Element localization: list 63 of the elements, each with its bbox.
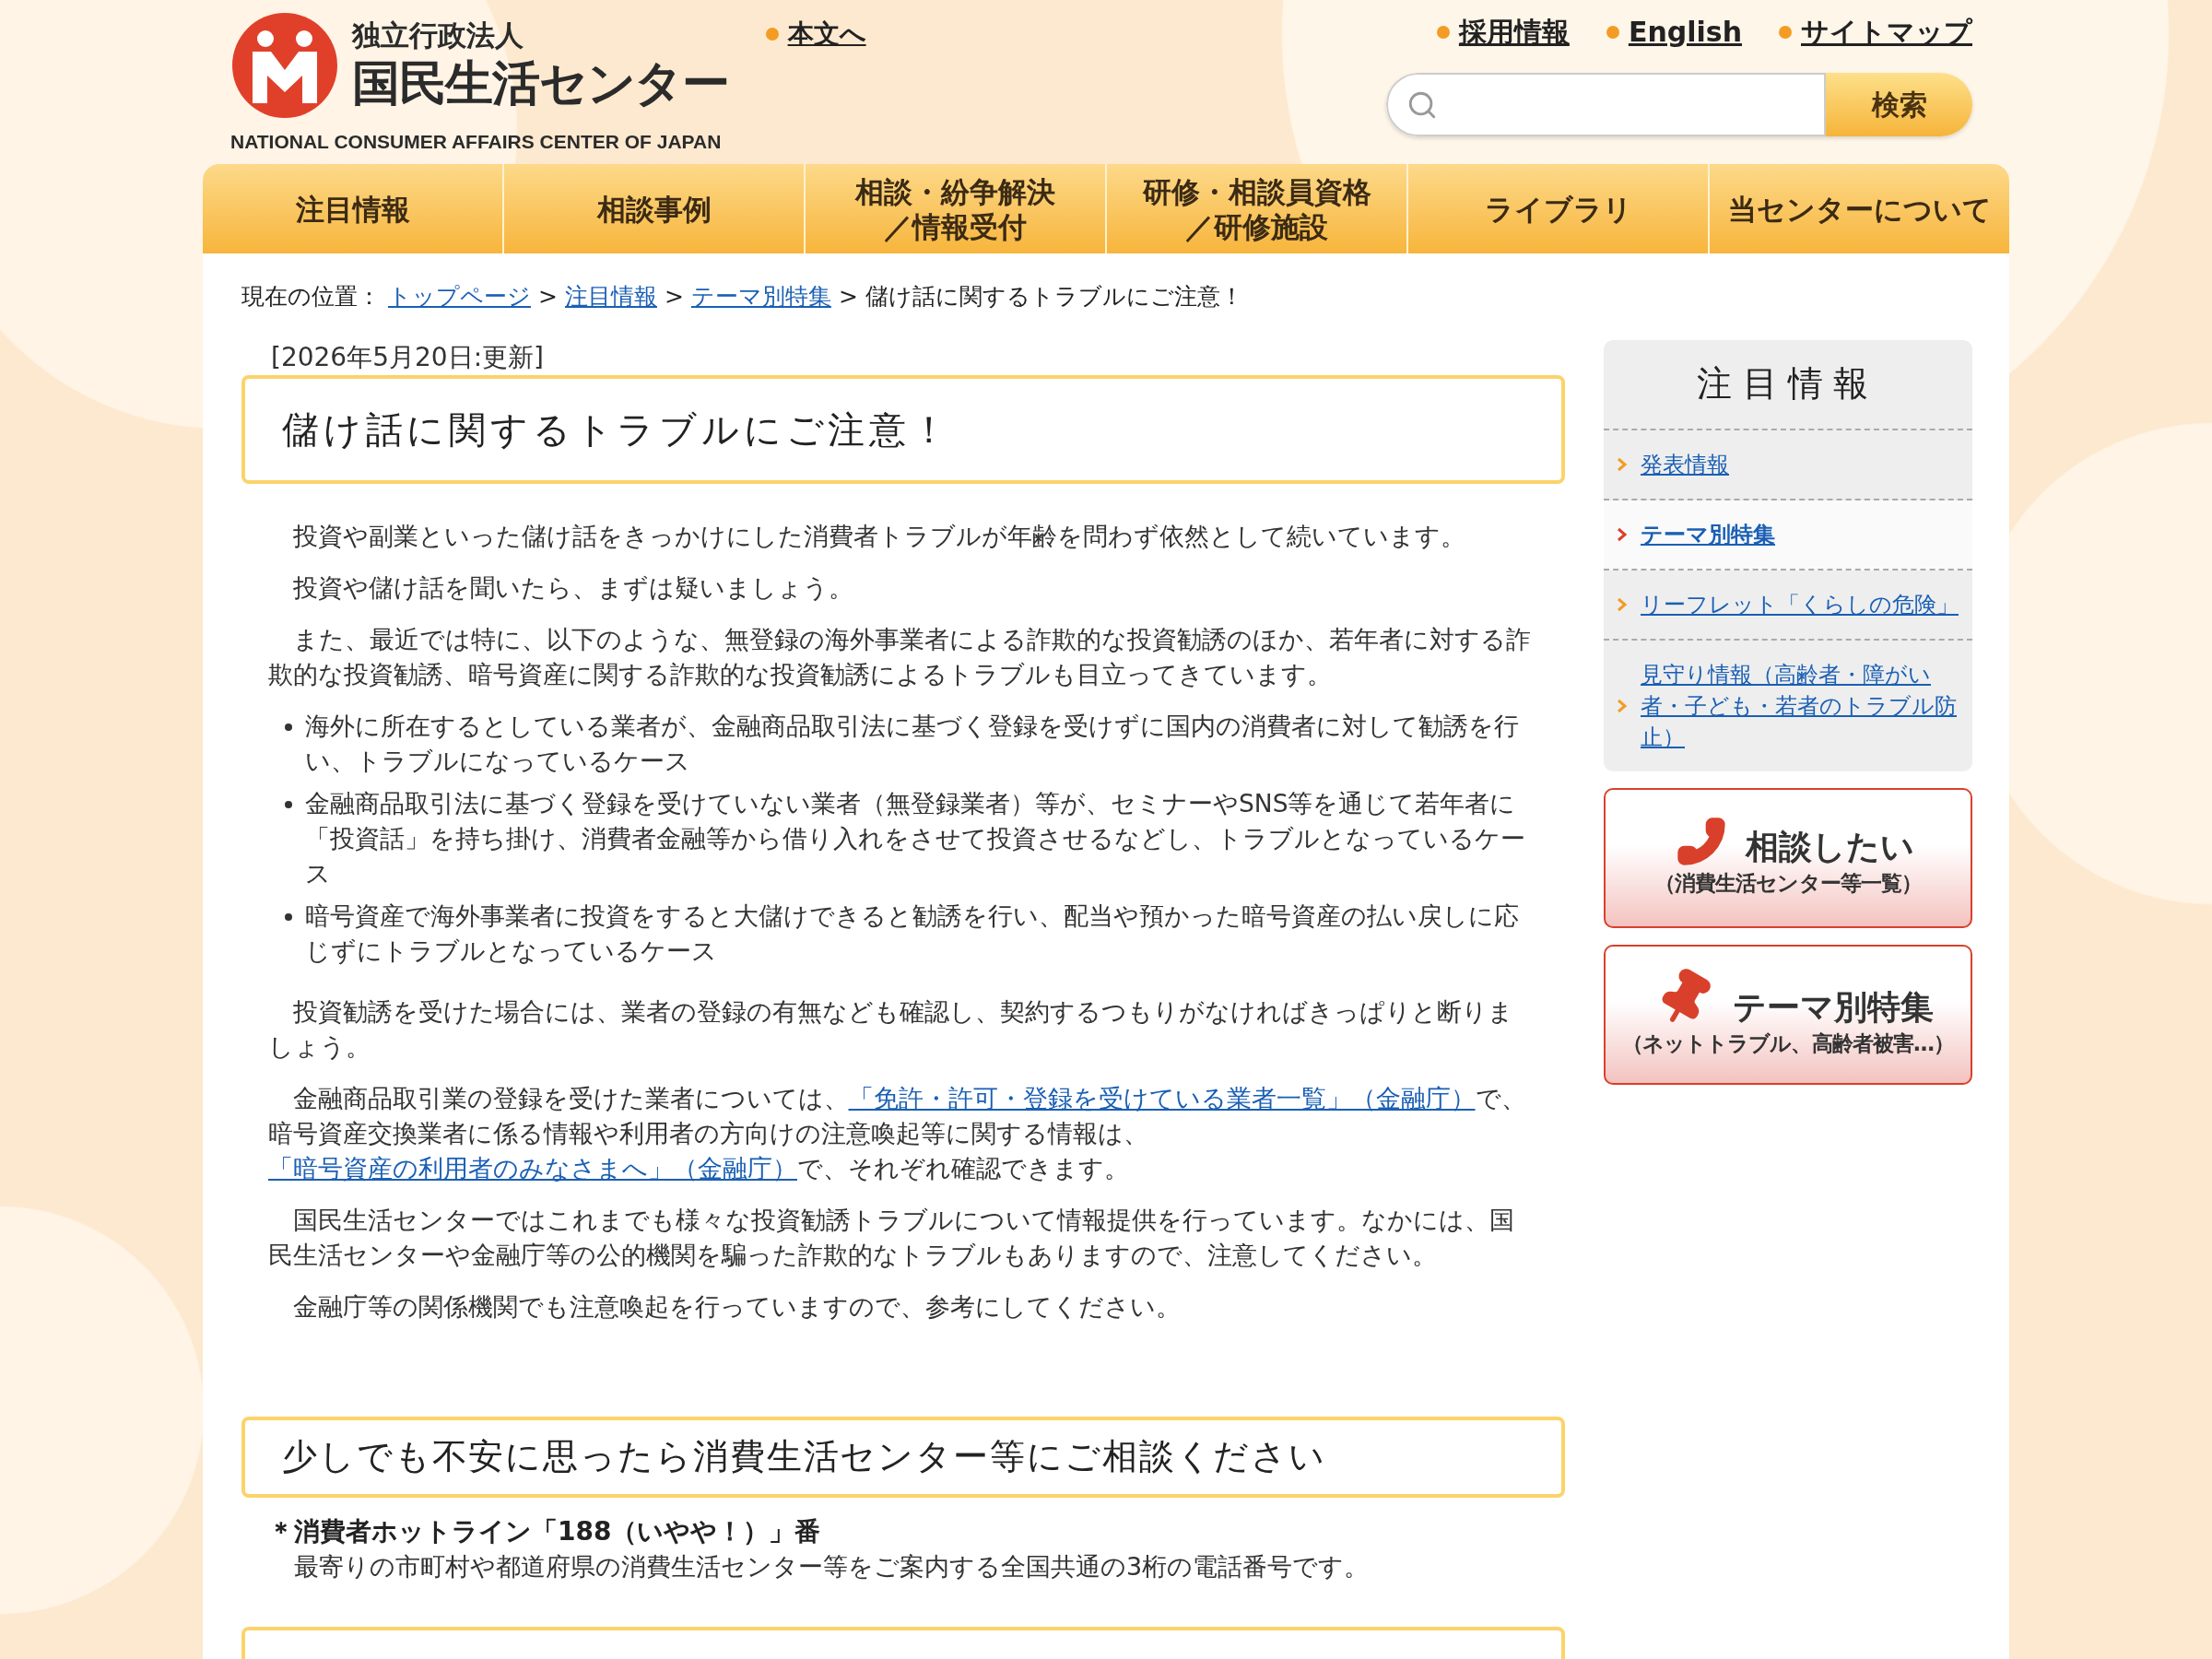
bullet-icon [285,723,292,731]
sidebar-link[interactable]: 見守り情報（高齢者・障がい者・子ども・若者のトラブル防止） [1641,658,1967,753]
skip-link[interactable]: 本文へ [765,15,866,53]
banner-subtitle: （ネットトラブル、高齢者被害…） [1621,1030,1955,1058]
text-link[interactable]: 「暗号資産の利用者のみなさまへ」（金融庁） [268,1153,797,1182]
breadcrumb-separator: > [664,282,684,312]
breadcrumb-separator: > [838,282,858,312]
breadcrumb-label: 現在の位置： [241,282,381,312]
sidebar-item[interactable]: テーマ別特集 [1604,500,1972,571]
breadcrumb-link[interactable]: テーマ別特集 [690,279,831,314]
hotline-text: 最寄りの市町村や都道府県の消費生活センター等をご案内する全国共通の3桁の電話番号です。 [293,1550,1371,1583]
bullet-icon [285,800,292,808]
phone-icon [1675,816,1727,868]
utility-link[interactable]: English [1606,11,1742,53]
hotline-title: ＊消費者ホットライン「188（いやや！）」番 [268,1514,822,1548]
text-link[interactable]: 「免許・許可・登録を受けている業者一覧」（金融庁） [848,1083,1476,1112]
body-paragraph: 投資や副業といった儲け話をきっかけにした消費者トラブルが年齢を問わず依然として続いています。 [291,520,1466,552]
breadcrumb-current: 儲け話に関するトラブルにご注意！ [865,282,1243,312]
bullet-text: 金融商品取引法に基づく登録を受けていない業者（無登録業者）等が、セミナーやSNS等を通じて若年者に「投資話」を持ち掛け、消費者金融等から借り入れをさせて投資させるなどし、トラブルとなっているケース [305,787,1526,889]
banner-title: 相談したい [1745,827,1914,868]
body-paragraph: 投資や儲け話を聞いたら、まずは疑いましょう。 [291,571,854,604]
sidebar-link[interactable]: リーフレット「くらしの危険」 [1641,588,1959,620]
search-button[interactable]: 検索 [1826,73,1972,136]
section-title: 少しでも不安に思ったら消費生活センター等にご相談ください [282,1435,1327,1478]
body-paragraph: また、最近では特に、以下のような、無登録の海外事業者による詐欺的な投資勧誘のほか、若年者に対する詐欺的な投資勧誘、暗号資産に関する詐欺的な投資勧誘によるトラブルも目立ってきています。 [268,623,1532,690]
chevron-icon [1617,526,1628,542]
banner-subtitle: （消費生活センター等一覧） [1653,870,1922,898]
chevron-icon [1617,596,1628,612]
nav-tab[interactable]: 研修・相談員資格 ／研修施設 [1105,164,1406,253]
bullet-icon [285,912,292,921]
logo-org-type: 独立行政法人 [352,18,524,53]
banner-title: テーマ別特集 [1733,987,1934,1029]
nav-tab[interactable]: 相談・紛争解決 ／情報受付 [804,164,1105,253]
body-paragraph: 国民生活センターではこれまでも様々な投資勧誘トラブルについて情報提供を行っています。なかには、国民生活センターや金融庁等の公的機関を騙った詐欺的なトラブルもありますので、注意してください。 [268,1204,1515,1271]
update-date: [2026年5月20日:更新] [270,340,545,374]
page-title: 儲け話に関するトラブルにご注意！ [282,406,952,453]
banner-button[interactable]: 相談したい （消費生活センター等一覧） [1604,787,1972,928]
chevron-icon [1617,698,1628,713]
logo-name: 国民生活センター [352,53,729,112]
bullet-text: 海外に所在するとしている業者が、金融商品取引法に基づく登録を受けずに国内の消費者に対して勧誘を行い、トラブルになっているケース [305,710,1520,777]
nav-tab[interactable]: 当センターについて [1708,164,2009,253]
banner-button[interactable]: テーマ別特集 （ネットトラブル、高齢者被害…） [1604,944,1972,1085]
body-paragraph: 金融商品取引業の登録を受けた業者については、「免許・許可・登録を受けている業者一覧」（金融庁）で、暗号資産交換業者に係る情報や利用者の方向けの注意喚起等に関する情報は、 「暗号資産の利用者のみなさまへ」（金融庁）で、それぞれ確認できます。 [268,1082,1527,1184]
breadcrumb-link[interactable]: トップページ [388,279,531,314]
body-paragraph: 投資勧誘を受けた場合には、業者の登録の有無なども確認し、契約するつもりがなければきっぱりと断りましょう。 [268,995,1514,1063]
nav-tab[interactable]: 相談事例 [502,164,804,253]
nav-tab[interactable]: 注目情報 [203,164,502,253]
utility-link[interactable]: 採用情報 [1436,11,1570,53]
sidebar-item[interactable]: 見守り情報（高齢者・障がい者・子ども・若者のトラブル防止） [1604,640,1972,771]
body-paragraph: 金融庁等の関係機関でも注意喚起を行っていますので、参考にしてください。 [291,1290,1182,1323]
nav-tab[interactable]: ライブラリ [1406,164,1708,253]
utility-link[interactable]: サイトマップ [1779,11,1972,53]
breadcrumb-separator: > [538,282,558,312]
sidebar-link[interactable]: テーマ別特集 [1641,518,1775,550]
search-field[interactable] [1386,73,1826,136]
breadcrumb-link[interactable]: 注目情報 [564,279,657,314]
chevron-icon [1617,456,1628,472]
bullet-text: 暗号資産で海外事業者に投資をすると大儲けできると勧誘を行い、配当や預かった暗号資産の払い戻しに応じずにトラブルとなっているケース [305,900,1520,967]
sidebar-link[interactable]: 発表情報 [1641,448,1729,480]
sidebar-heading: 注目情報 [1604,339,1972,430]
logo-icon [230,11,339,120]
logo-english: NATIONAL CONSUMER AFFAIRS CENTER OF JAPAN [230,130,723,154]
sidebar-item[interactable]: リーフレット「くらしの危険」 [1604,570,1972,641]
